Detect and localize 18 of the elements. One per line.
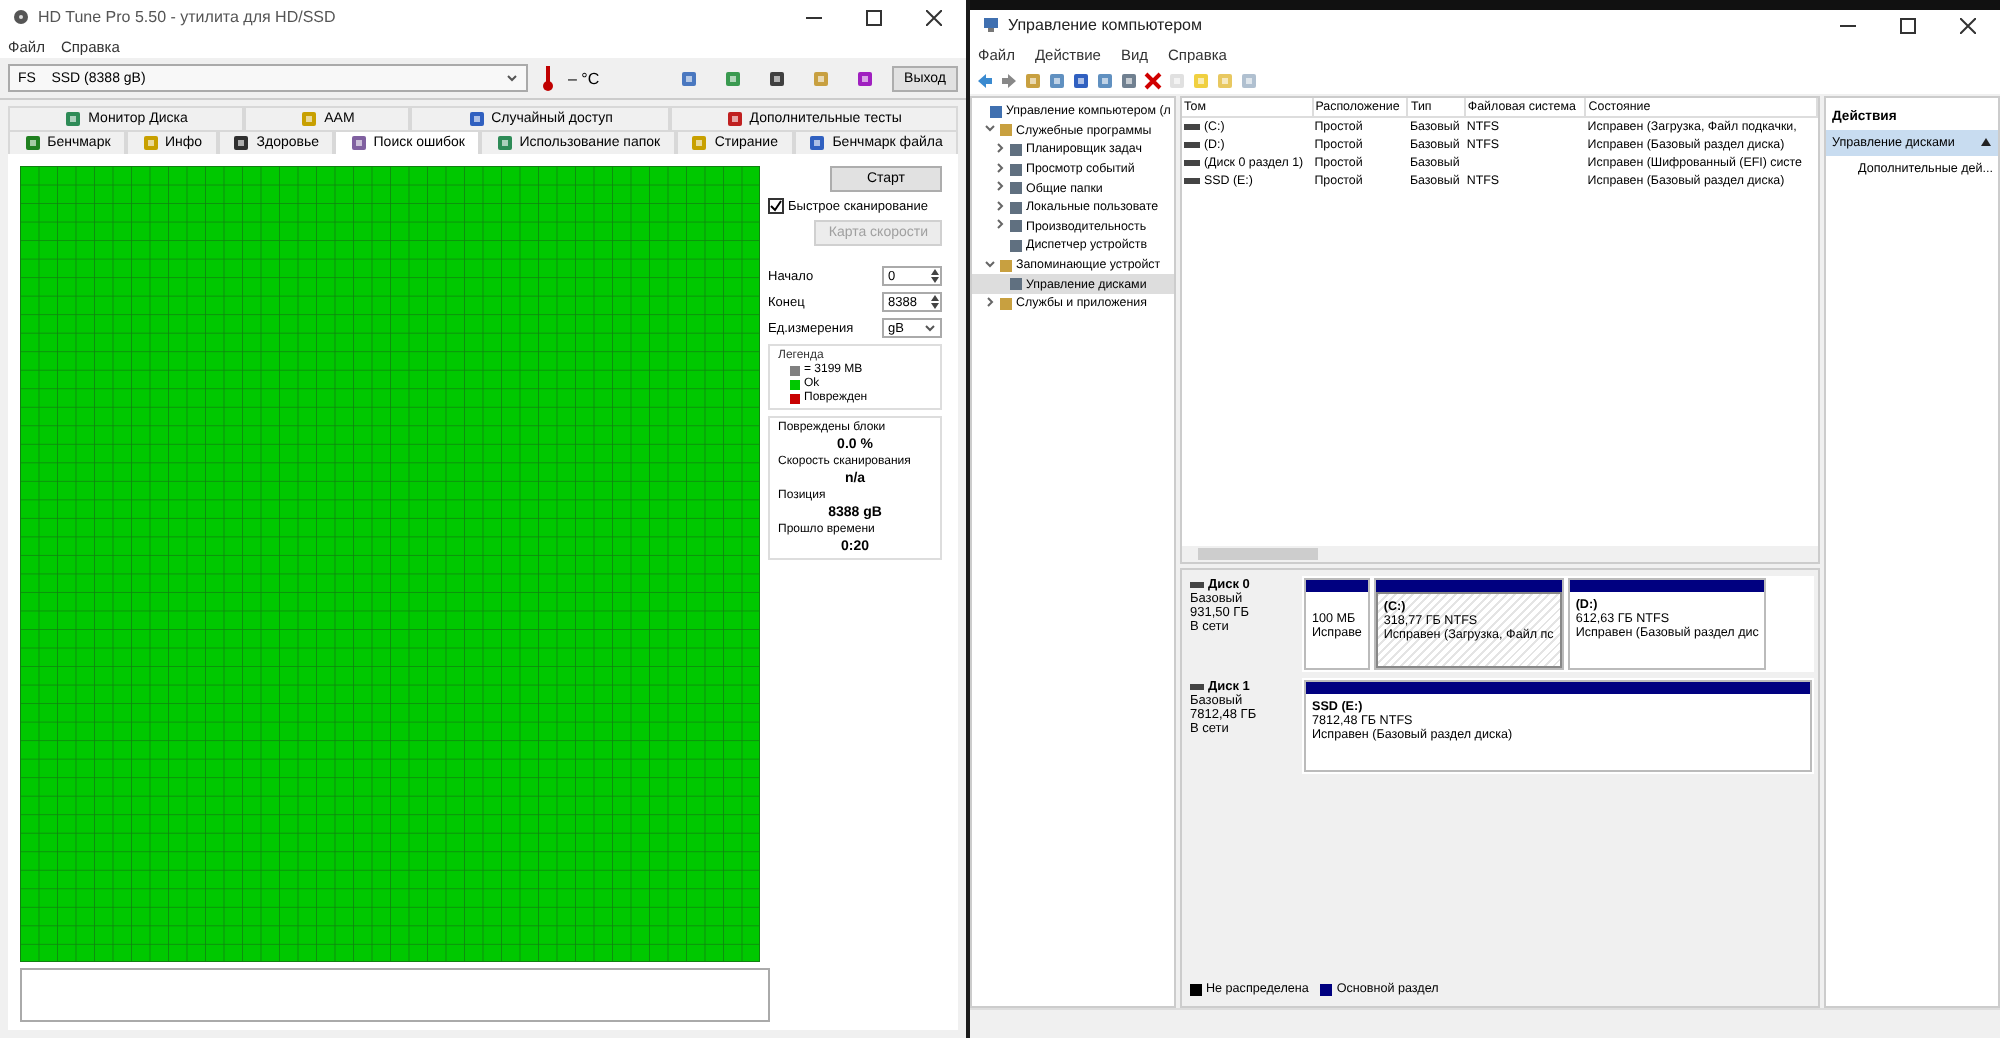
checkbox[interactable] [768, 198, 784, 214]
close-icon[interactable] [926, 9, 942, 25]
window-title: HD Tune Pro 5.50 - утилита для HD/SSD [38, 8, 338, 26]
close-icon[interactable] [1960, 17, 1976, 33]
forward-icon[interactable] [1000, 72, 1018, 90]
horizontal-scrollbar[interactable] [1182, 546, 1818, 562]
maximize-icon[interactable] [1900, 17, 1916, 33]
collapse-up-icon[interactable] [1980, 136, 1992, 148]
thermometer-icon [540, 64, 556, 92]
spin-arrows-icon[interactable] [930, 268, 940, 284]
delete-icon[interactable] [1144, 72, 1162, 90]
window-title: Управление компьютером [1008, 16, 1204, 34]
disk-icon [12, 8, 30, 26]
maximize-icon[interactable] [866, 9, 882, 25]
back-icon[interactable] [976, 72, 994, 90]
temperature-reading: – °C [568, 69, 600, 87]
spin-arrows-icon[interactable] [930, 294, 940, 310]
item-icon [1008, 276, 1024, 293]
